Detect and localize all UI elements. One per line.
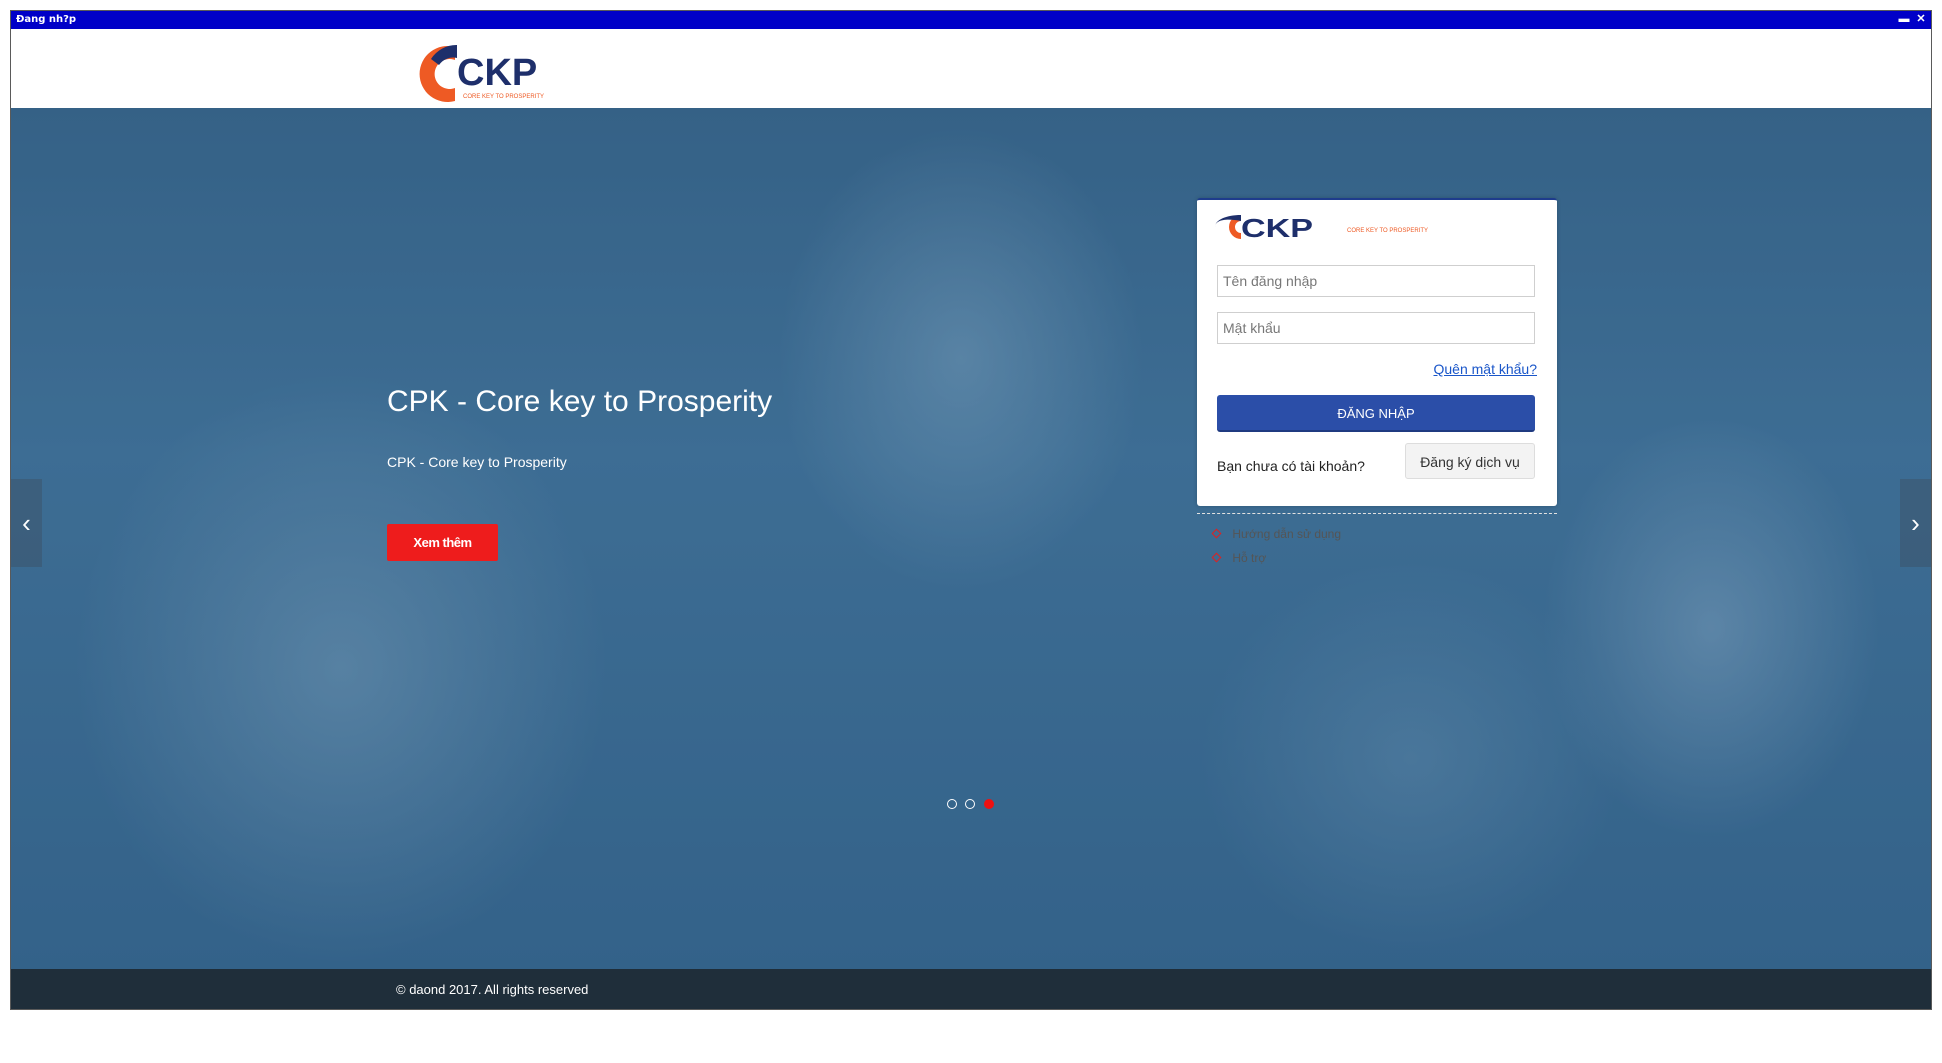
guide-link-label: Hướng dẫn sử dụng — [1232, 527, 1342, 541]
slider-dot-2[interactable] — [965, 799, 976, 809]
close-icon[interactable]: ✕ — [1914, 13, 1928, 26]
register-button[interactable]: Đăng ký dịch vụ — [1405, 443, 1535, 479]
copyright-text: © daond 2017. All rights reserved — [396, 982, 589, 997]
hero-slider: CPK - Core key to Prosperity CPK - Core … — [11, 108, 1931, 970]
app-window: Đang nh?p ▬ ✕ CKP CORE KEY TO PROSPERITY… — [10, 10, 1932, 1010]
guide-link[interactable]: Hướng dẫn sử dụng — [1211, 522, 1341, 546]
title-bar: Đang nh?p ▬ ✕ — [11, 11, 1931, 29]
divider — [1197, 513, 1557, 514]
view-more-button[interactable]: Xem thêm — [387, 524, 498, 561]
support-link[interactable]: Hỗ trợ — [1211, 546, 1341, 570]
chevron-left-icon: ‹ — [22, 508, 31, 538]
slider-dot-3[interactable] — [983, 799, 994, 809]
minimize-icon[interactable]: ▬ — [1897, 13, 1911, 26]
svg-text:CORE KEY TO PROSPERITY: CORE KEY TO PROSPERITY — [463, 94, 544, 100]
ckp-logo-small: CKP CORE KEY TO PROSPERITY — [1215, 213, 1428, 242]
diamond-bullet-icon — [1211, 528, 1222, 539]
slider-dot-1[interactable] — [947, 799, 957, 809]
login-button[interactable]: ĐĂNG NHẬP — [1217, 395, 1535, 432]
no-account-text: Bạn chưa có tài khoản? — [1217, 458, 1365, 474]
slider-next-button[interactable]: › — [1900, 479, 1931, 567]
help-links: Hướng dẫn sử dụng Hỗ trợ — [1211, 522, 1341, 570]
site-header: CKP CORE KEY TO PROSPERITY — [11, 29, 1931, 108]
ckp-logo[interactable]: CKP CORE KEY TO PROSPERITY — [411, 39, 571, 107]
slide-subtitle: CPK - Core key to Prosperity — [387, 454, 567, 470]
username-field[interactable] — [1217, 265, 1535, 297]
forgot-password-link[interactable]: Quên mật khẩu? — [1433, 361, 1537, 377]
window-title: Đang nh?p — [16, 14, 77, 25]
diamond-bullet-icon — [1211, 552, 1222, 563]
slider-prev-button[interactable]: ‹ — [11, 479, 42, 567]
login-panel: CKP CORE KEY TO PROSPERITY Quên mật khẩu… — [1197, 198, 1557, 565]
support-link-label: Hỗ trợ — [1232, 551, 1267, 565]
password-field[interactable] — [1217, 312, 1535, 344]
svg-text:CKP: CKP — [1241, 213, 1313, 242]
site-footer: © daond 2017. All rights reserved — [11, 969, 1931, 1009]
chevron-right-icon: › — [1911, 508, 1920, 538]
svg-text:CKP: CKP — [457, 52, 537, 94]
slide-title: CPK - Core key to Prosperity — [387, 385, 773, 418]
slider-pagination — [947, 796, 998, 809]
hero-background-image — [11, 108, 1931, 970]
svg-text:CORE KEY TO PROSPERITY: CORE KEY TO PROSPERITY — [1347, 228, 1428, 234]
